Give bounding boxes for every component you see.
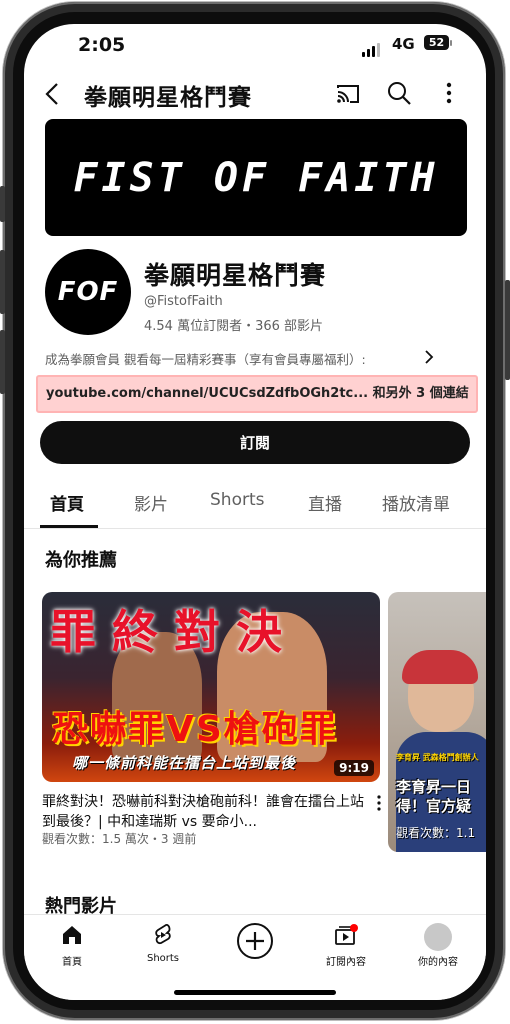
video-thumbnail[interactable]: 罪終對決 恐嚇罪VS槍砲罪 哪一條前科能在擂台上站到最後 9:19 [42, 592, 380, 782]
volume-down-button [0, 330, 5, 394]
back-arrow-icon[interactable] [44, 82, 60, 110]
subscriptions-icon [335, 924, 358, 945]
bottom-navigation: 首頁 Shorts 訂閱內容 你的內容 [24, 914, 486, 1000]
nav-home-label: 首頁 [62, 957, 82, 968]
page-title: 拳願明星格鬥賽 [84, 85, 252, 111]
battery-icon: 52 [424, 35, 449, 50]
video-meta: 觀看次數：1.5 萬次・3 週前 [42, 832, 197, 846]
thumbnail-caption: 李育昇一日 得！官方疑 [396, 778, 471, 816]
thumbnail-headline: 罪終對決 [50, 605, 298, 659]
section-recommended: 為你推薦 [45, 550, 117, 571]
battery-tip [450, 40, 452, 46]
video-more-icon[interactable] [376, 794, 382, 816]
nav-shorts[interactable]: Shorts [123, 923, 203, 964]
thumbnail-subtitle: 哪一條前科能在擂台上站到最後 [72, 754, 297, 772]
nav-home[interactable]: 首頁 [32, 923, 112, 968]
network-type: 4G [392, 35, 415, 53]
channel-banner: FIST OF FAITH [45, 119, 467, 236]
caption-line-2: 得！官方疑 [396, 797, 472, 815]
channel-avatar[interactable]: FOF [45, 249, 131, 335]
channel-name: 拳願明星格鬥賽 [144, 261, 327, 290]
shorts-icon [155, 924, 171, 945]
status-bar: 2:05 4G 52 [24, 24, 486, 64]
video-views-2: 觀看次數：1.1 [396, 826, 476, 840]
channel-link[interactable]: youtube.com/channel/UCUCsdZdfbOGh2tc... [46, 386, 368, 401]
channel-handle: @FistofFaith [144, 294, 223, 309]
status-time: 2:05 [78, 34, 126, 56]
channel-tabs: 首頁 影片 Shorts 直播 播放清單 [24, 480, 486, 529]
top-app-bar: 拳願明星格鬥賽 [24, 74, 486, 114]
tab-videos[interactable]: 影片 [134, 490, 168, 515]
screen: 2:05 4G 52 拳願明星格鬥賽 FIST OF FAITH FOF 拳願明… [24, 24, 486, 1000]
mute-switch [0, 186, 5, 222]
tab-live[interactable]: 直播 [308, 490, 342, 515]
signal-icon [362, 38, 382, 57]
video-thumbnail-2[interactable]: 李育昇 武森格鬥創辦人 李育昇一日 得！官方疑 觀看次數：1.1 [388, 592, 486, 852]
search-icon[interactable] [386, 80, 416, 110]
video-duration: 9:19 [334, 760, 374, 776]
channel-description[interactable]: 成為拳願會員 觀看每一屆精彩賽事（享有會員專屬福利）: [45, 349, 445, 368]
chevron-right-icon[interactable] [424, 349, 434, 369]
video-title[interactable]: 罪終對決！恐嚇前科對決槍砲前科！誰會在擂台上站到最後？| 中和達瑞斯 vs 要命… [42, 792, 372, 832]
nav-you[interactable]: 你的內容 [398, 923, 478, 968]
active-tab-indicator [40, 525, 98, 528]
avatar [424, 923, 452, 951]
channel-links[interactable]: youtube.com/channel/UCUCsdZdfbOGh2tc... … [36, 375, 478, 413]
channel-stats: 4.54 萬位訂閱者・366 部影片 [144, 319, 324, 334]
volume-up-button [0, 250, 5, 314]
nav-shorts-label: Shorts [146, 953, 180, 964]
tab-playlists[interactable]: 播放清單 [382, 490, 450, 515]
tab-home[interactable]: 首頁 [50, 490, 84, 515]
thumbnail-vs-text: 恐嚇罪VS槍砲罪 [52, 709, 338, 750]
nav-you-label: 你的內容 [418, 957, 458, 968]
power-button [505, 280, 510, 380]
caption-line-1: 李育昇一日 [396, 778, 472, 796]
tab-shorts[interactable]: Shorts [210, 490, 264, 510]
home-icon [63, 926, 81, 944]
person-hair [402, 650, 478, 684]
nav-subscriptions[interactable]: 訂閱內容 [306, 923, 386, 968]
nav-create[interactable] [215, 921, 295, 965]
more-links[interactable]: 和另外 3 個連結 [373, 386, 469, 401]
add-icon [237, 923, 273, 959]
thumbnail-tag: 李育昇 武森格鬥創辦人 [396, 753, 479, 762]
subscribe-button[interactable]: 訂閱 [40, 421, 470, 464]
nav-subscriptions-label: 訂閱內容 [326, 957, 366, 968]
home-indicator[interactable] [174, 990, 336, 995]
more-options-icon[interactable] [444, 80, 474, 110]
cast-icon[interactable] [334, 80, 364, 110]
